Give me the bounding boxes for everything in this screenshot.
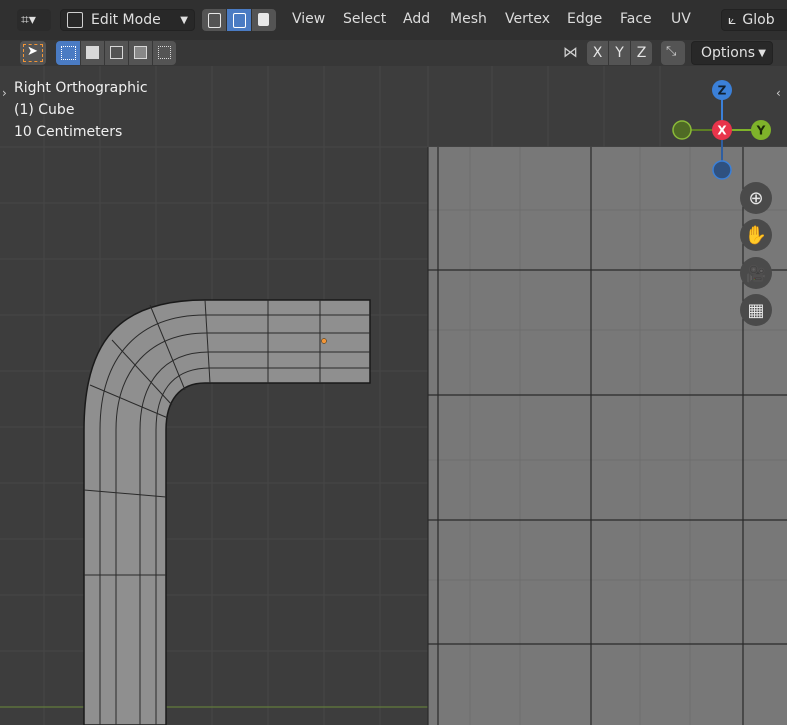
grid-scale: 10 Centimeters bbox=[14, 124, 123, 140]
edit-mode-icon bbox=[67, 12, 83, 28]
zoom-button[interactable]: ⊕ bbox=[740, 182, 772, 214]
pan-button[interactable]: ✋ bbox=[740, 219, 772, 251]
select-extend-button[interactable] bbox=[81, 41, 104, 65]
options-dropdown[interactable]: Options ▼ bbox=[691, 41, 773, 65]
viewport[interactable] bbox=[0, 0, 787, 725]
select-invert-button[interactable] bbox=[129, 41, 152, 65]
select-invert-icon bbox=[134, 46, 147, 59]
mirror-options: ⋈ X Y Z bbox=[555, 41, 655, 65]
butterfly-icon: ⋈ bbox=[563, 43, 578, 61]
gizmo-neg-z bbox=[712, 160, 732, 180]
select-extend-icon bbox=[86, 46, 99, 59]
selected-vertex bbox=[321, 338, 327, 344]
toolbar-expand-icon[interactable]: › bbox=[2, 86, 7, 100]
face-select-button[interactable] bbox=[252, 9, 276, 31]
mode-dropdown[interactable]: Edit Mode ▼ bbox=[60, 9, 195, 31]
gizmo-x-label: X bbox=[717, 124, 727, 138]
select-intersect-button[interactable] bbox=[153, 41, 176, 65]
mirror-y-label: Y bbox=[615, 45, 624, 61]
header-bar: ⌗▾ Edit Mode ▼ View Select Add Mesh Vert… bbox=[0, 0, 787, 40]
gizmo-z-label: Z bbox=[718, 84, 727, 98]
view-name: Right Orthographic bbox=[14, 80, 148, 96]
editor-type-button[interactable]: ⌗▾ bbox=[17, 9, 51, 31]
toggle-ortho-button[interactable]: ▦ bbox=[740, 294, 772, 326]
mirror-z-toggle[interactable]: Z bbox=[631, 41, 652, 65]
tool-select-button[interactable]: ➤ bbox=[20, 41, 46, 65]
menu-add[interactable]: Add bbox=[403, 11, 430, 27]
select-new-icon bbox=[61, 46, 76, 60]
select-new-button[interactable] bbox=[56, 41, 80, 65]
select-intersect-icon bbox=[158, 46, 171, 59]
menu-select[interactable]: Select bbox=[343, 11, 386, 27]
topology-mirror-button[interactable]: ⤡ bbox=[661, 41, 685, 65]
zoom-icon: ⊕ bbox=[748, 187, 764, 209]
vertex-select-button[interactable] bbox=[202, 9, 226, 31]
mirror-x-label: X bbox=[592, 45, 603, 61]
gizmo-y-label: Y bbox=[756, 124, 766, 138]
select-box-mode-group bbox=[56, 41, 176, 65]
chevron-down-icon: ▼ bbox=[180, 14, 188, 26]
arrow-icon: ➤ bbox=[27, 44, 38, 59]
face-select-icon bbox=[258, 13, 269, 26]
orientation-icon: ⟀ bbox=[728, 12, 737, 28]
mirror-x-toggle[interactable]: X bbox=[587, 41, 608, 65]
mode-label: Edit Mode bbox=[91, 12, 161, 28]
select-subtract-button[interactable] bbox=[105, 41, 128, 65]
camera-icon: 🎥 bbox=[746, 263, 766, 283]
menu-vertex[interactable]: Vertex bbox=[505, 11, 550, 27]
navigation-gizmo[interactable]: Z Y X bbox=[670, 78, 775, 183]
transform-orientation-dropdown[interactable]: ⟀ Glob bbox=[721, 9, 787, 31]
hand-icon: ✋ bbox=[744, 224, 768, 246]
large-cube-face bbox=[427, 147, 787, 725]
topology-icon: ⤡ bbox=[666, 44, 677, 59]
select-subtract-icon bbox=[110, 46, 123, 59]
gizmo-neg-y bbox=[672, 120, 692, 140]
object-name: (1) Cube bbox=[14, 102, 75, 118]
menu-mesh[interactable]: Mesh bbox=[450, 11, 487, 27]
options-label: Options bbox=[701, 45, 756, 61]
menu-view[interactable]: View bbox=[292, 11, 325, 27]
edge-select-icon bbox=[233, 13, 246, 28]
orientation-label: Glob bbox=[742, 12, 775, 28]
vertex-select-icon bbox=[208, 13, 221, 28]
edge-select-button[interactable] bbox=[227, 9, 251, 31]
menu-uv[interactable]: UV bbox=[671, 11, 691, 27]
menu-face[interactable]: Face bbox=[620, 11, 652, 27]
select-mode-group bbox=[202, 9, 276, 31]
editor-type-icon: ⌗▾ bbox=[21, 12, 36, 28]
camera-view-button[interactable]: 🎥 bbox=[740, 257, 772, 289]
chevron-down-icon: ▼ bbox=[758, 47, 766, 59]
menu-edge[interactable]: Edge bbox=[567, 11, 602, 27]
mirror-y-toggle[interactable]: Y bbox=[609, 41, 630, 65]
mirror-z-label: Z bbox=[636, 45, 647, 61]
sidebar-expand-icon[interactable]: ‹ bbox=[776, 86, 781, 100]
grid-icon: ▦ bbox=[747, 299, 765, 321]
